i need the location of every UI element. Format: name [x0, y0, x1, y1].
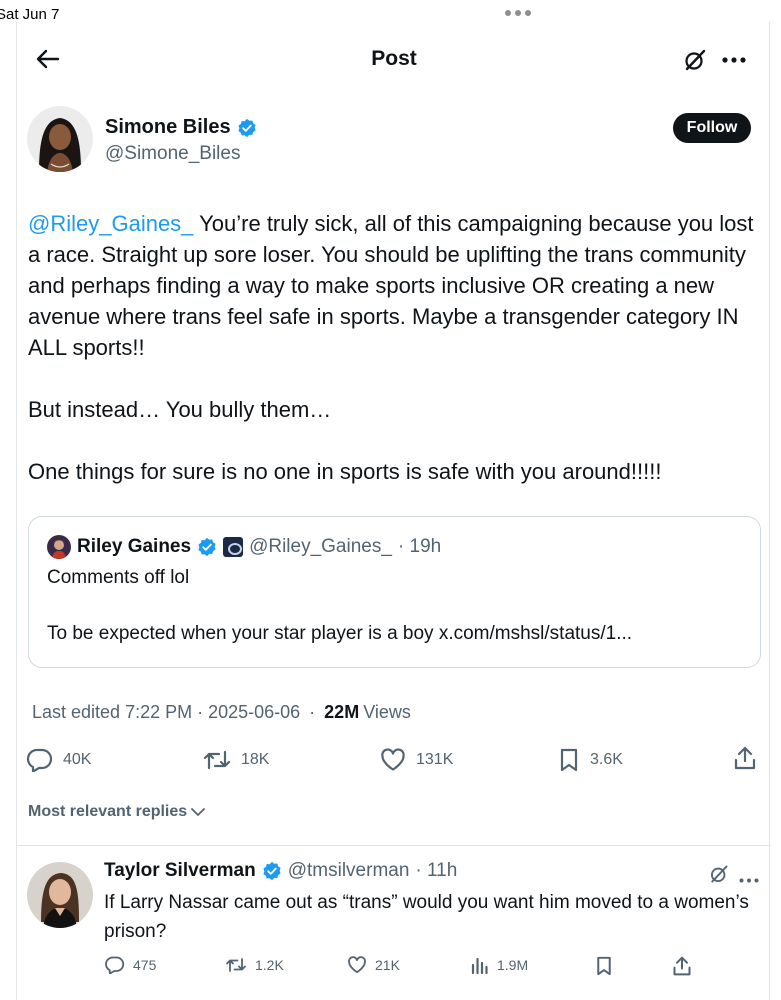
reply-author-handle[interactable]: @tmsilverman — [288, 860, 410, 882]
replies-sort-dropdown[interactable]: Most relevant replies — [28, 803, 206, 821]
edited-timestamp[interactable]: Last edited 7:22 PM · 2025-06-06 — [32, 702, 300, 723]
reply-icon — [27, 748, 53, 772]
quote-text-line-1: Comments off lol — [47, 567, 190, 588]
tweet-paragraph-2: But instead… You bully them… — [28, 397, 332, 422]
verified-badge-icon — [238, 118, 256, 137]
quoted-post[interactable]: Riley Gaines @Riley_Gaines_ · 19h Commen… — [28, 516, 761, 668]
reply-like-button[interactable]: 21K — [347, 956, 400, 974]
like-button[interactable]: 131K — [380, 748, 453, 772]
reply-button[interactable]: 40K — [27, 748, 91, 772]
page-title: Post — [371, 47, 417, 70]
author-avatar[interactable] — [27, 106, 93, 172]
reply-views-count: 1.9M — [497, 957, 529, 973]
reply-more-button[interactable] — [739, 870, 759, 888]
follow-button[interactable]: Follow — [673, 113, 751, 143]
reply-author-name[interactable]: Taylor Silverman — [104, 860, 256, 882]
share-button[interactable] — [733, 746, 757, 770]
reply-count: 40K — [63, 751, 92, 768]
reply-share-button[interactable] — [672, 956, 692, 976]
reply-like-count: 21K — [375, 957, 400, 973]
reply-reply-button[interactable]: 475 — [105, 956, 156, 974]
share-icon — [673, 956, 691, 976]
more-icon — [722, 57, 746, 63]
tweet-paragraph-1: @Riley_Gaines_ You’re truly sick, all of… — [28, 208, 758, 363]
replies-sort-label: Most relevant replies — [28, 803, 188, 820]
reply-views-button[interactable]: 1.9M — [471, 956, 528, 974]
verified-badge-icon — [263, 861, 281, 881]
reply-header: Taylor Silverman @tmsilverman · 11h — [104, 860, 457, 882]
reply-grok-button[interactable] — [709, 864, 729, 889]
repost-count: 18K — [241, 751, 270, 768]
more-options-button[interactable] — [719, 46, 749, 74]
reply-time: · 11h — [415, 860, 458, 881]
repost-icon — [203, 750, 231, 770]
views-count: 22M — [324, 702, 360, 722]
reply-reply-count: 475 — [133, 957, 157, 973]
bookmark-icon — [560, 748, 578, 772]
status-date: Sat Jun 7 — [0, 6, 60, 23]
reply-repost-count: 1.2K — [255, 957, 284, 973]
author-handle[interactable]: @Simone_Biles — [105, 143, 240, 165]
repost-button[interactable]: 18K — [203, 748, 269, 772]
divider — [17, 845, 771, 846]
quote-text-line-2: To be expected when your star player is … — [47, 623, 633, 644]
grok-icon — [685, 49, 706, 71]
meta-separator: · — [304, 702, 321, 722]
chevron-down-icon — [191, 808, 206, 816]
quote-avatar — [47, 535, 71, 559]
quote-author-name: Riley Gaines — [77, 536, 192, 557]
more-icon — [739, 878, 759, 883]
reply-icon — [105, 956, 125, 974]
views-icon — [471, 957, 488, 974]
tweet-body: @Riley_Gaines_ You’re truly sick, all of… — [28, 208, 758, 487]
post-meta: Last edited 7:22 PM · 2025-06-06 · 22M V… — [32, 702, 411, 723]
reply-repost-button[interactable]: 1.2K — [225, 956, 284, 974]
grok-icon — [711, 865, 728, 883]
tweet-paragraph-3: One things for sure is no one in sports … — [28, 459, 662, 484]
verified-badge-icon — [198, 537, 216, 557]
mention-link[interactable]: @Riley_Gaines_ — [28, 211, 193, 236]
like-icon — [381, 748, 405, 771]
grok-button[interactable] — [681, 46, 709, 74]
affiliate-badge-icon — [223, 537, 244, 557]
views-label: Views — [363, 702, 411, 722]
author-name[interactable]: Simone Biles — [105, 116, 231, 139]
like-icon — [348, 956, 366, 974]
repost-icon — [226, 958, 246, 972]
post-frame: Post Simone Biles @Simone_Biles Follow @… — [16, 22, 771, 1000]
quote-author-handle: @Riley_Gaines_ — [249, 536, 392, 557]
bookmark-button[interactable]: 3.6K — [558, 748, 623, 772]
quote-header: Riley Gaines @Riley_Gaines_ · 19h — [47, 535, 441, 559]
like-count: 131K — [416, 751, 454, 768]
bookmark-icon — [597, 956, 611, 976]
share-icon — [734, 746, 756, 770]
post-header: Post — [17, 22, 771, 96]
multitask-dots-icon[interactable] — [505, 10, 531, 16]
reply-bookmark-button[interactable] — [595, 956, 613, 976]
bookmark-count: 3.6K — [590, 751, 623, 768]
reply-text: If Larry Nassar came out as “trans” woul… — [104, 892, 749, 942]
quote-time: · 19h — [397, 536, 442, 557]
reply-author-avatar[interactable] — [27, 862, 93, 928]
author-name-row[interactable]: Simone Biles — [105, 116, 257, 139]
